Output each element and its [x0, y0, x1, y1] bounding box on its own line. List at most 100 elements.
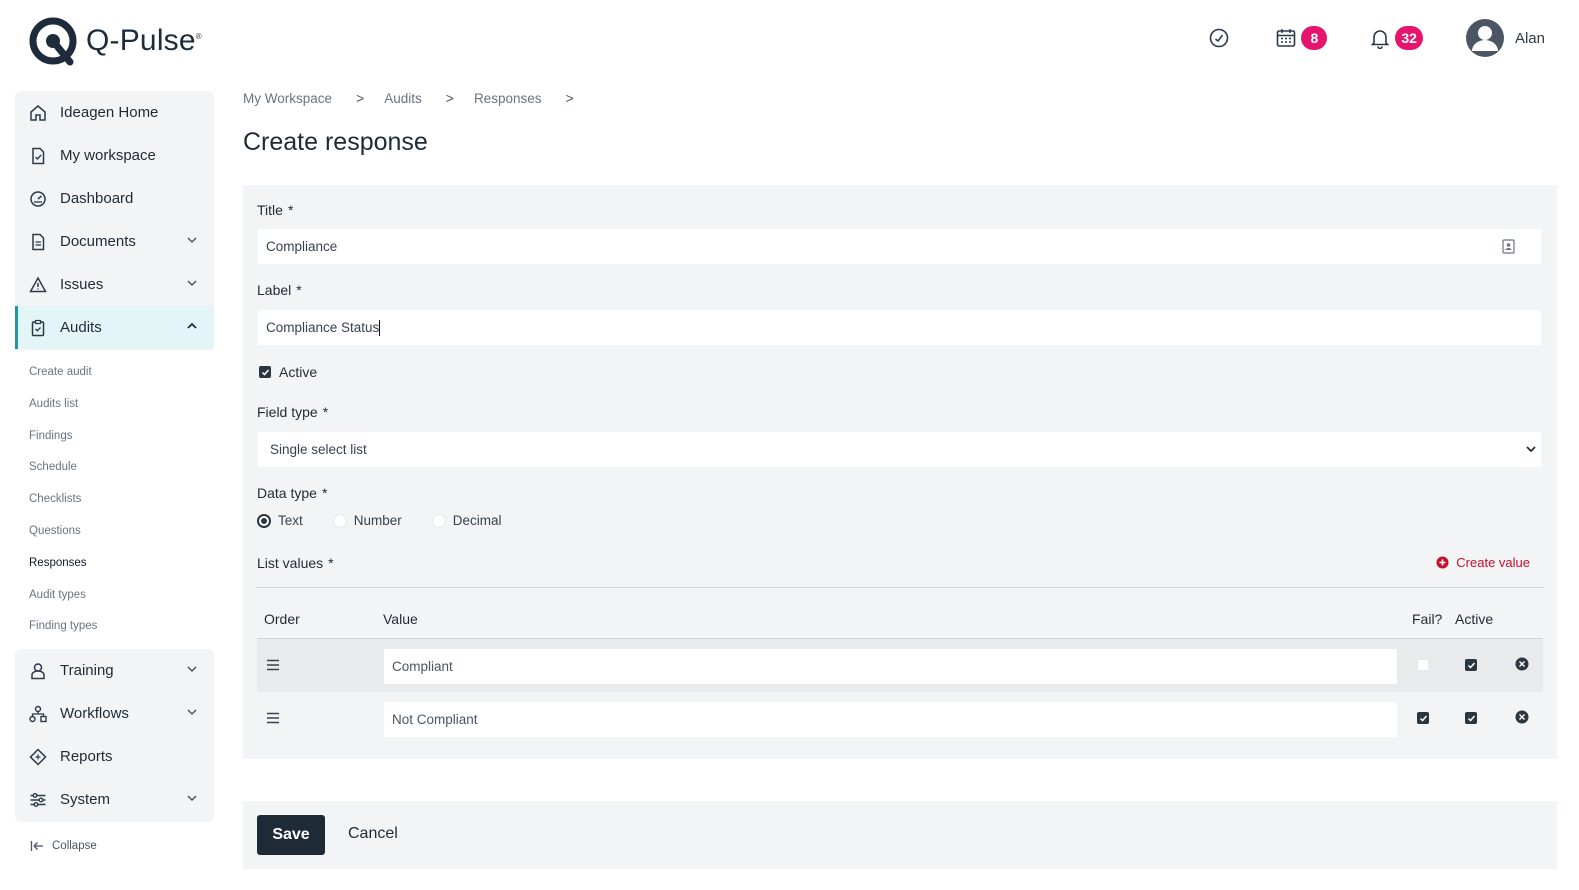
sliders-icon — [29, 791, 47, 809]
data-type-label: Data type * — [257, 485, 328, 501]
column-fail: Fail? — [1412, 611, 1443, 627]
drag-handle-icon[interactable] — [266, 712, 280, 724]
user-name: Alan — [1514, 29, 1545, 47]
fail-checkbox[interactable] — [1417, 712, 1429, 724]
chevron-down-icon — [187, 237, 197, 244]
header-actions: 8 32 Alan — [1208, 18, 1545, 58]
sidebar-item-training[interactable]: Training — [15, 649, 214, 692]
list-value-input[interactable]: Compliant — [384, 649, 1397, 684]
submenu-responses[interactable]: Responses — [29, 553, 97, 585]
sidebar-item-label: Dashboard — [60, 190, 134, 207]
list-values-label: List values * — [257, 555, 334, 571]
sidebar-item-my-workspace[interactable]: My workspace — [15, 134, 214, 177]
radio-decimal[interactable] — [431, 513, 446, 528]
active-checkbox[interactable] — [1465, 712, 1477, 724]
radio-number[interactable] — [332, 513, 347, 528]
fail-checkbox[interactable] — [1417, 659, 1429, 671]
chevron-right-icon: > — [445, 90, 454, 106]
app-name: Q-Pulse® — [86, 24, 202, 57]
submenu-finding-types[interactable]: Finding types — [29, 616, 97, 648]
user-menu[interactable]: Alan — [1465, 18, 1545, 58]
active-checkbox-label: Active — [279, 364, 318, 380]
submenu-questions[interactable]: Questions — [29, 521, 97, 553]
label-field-label: Label * — [257, 282, 302, 298]
list-value-input[interactable]: Not Compliant — [384, 702, 1397, 737]
text-cursor — [379, 319, 381, 336]
submenu-checklists[interactable]: Checklists — [29, 489, 97, 521]
column-active: Active — [1455, 611, 1494, 627]
collapse-sidebar-button[interactable]: Collapse — [30, 840, 97, 852]
submenu-schedule[interactable]: Schedule — [29, 457, 97, 489]
table-row: Compliant — [257, 639, 1543, 692]
submenu-findings[interactable]: Findings — [29, 426, 97, 458]
submenu-audits-list[interactable]: Audits list — [29, 394, 97, 426]
reports-icon — [29, 747, 47, 766]
sidebar-item-issues[interactable]: Issues — [15, 263, 214, 306]
collapse-arrow-icon — [30, 841, 43, 851]
sidebar-item-documents[interactable]: Documents — [15, 220, 214, 263]
radio-text[interactable] — [257, 513, 271, 528]
plus-circle-icon — [1436, 556, 1449, 569]
breadcrumb-my-workspace[interactable]: My Workspace — [243, 91, 332, 106]
sidebar-item-label: Ideagen Home — [60, 104, 159, 121]
sidebar-item-reports[interactable]: Reports — [15, 735, 214, 778]
checkmark-icon — [261, 369, 269, 376]
document-check-icon — [29, 147, 47, 165]
notifications-button[interactable]: 32 — [1369, 26, 1423, 50]
divider — [257, 587, 1543, 588]
contact-card-icon — [1502, 239, 1515, 254]
label-input-value: Compliance Status — [266, 320, 380, 335]
save-button[interactable]: Save — [257, 815, 325, 855]
chevron-down-icon — [187, 666, 197, 673]
checkmark-icon — [1419, 715, 1427, 722]
list-value-text: Not Compliant — [392, 712, 478, 727]
chevron-right-icon: > — [565, 90, 574, 106]
active-checkbox[interactable] — [259, 366, 271, 378]
table-row: Not Compliant — [257, 692, 1543, 745]
page-title: Create response — [243, 128, 428, 156]
sidebar-item-label: Documents — [60, 233, 136, 250]
cancel-button[interactable]: Cancel — [348, 825, 398, 843]
list-value-text: Compliant — [392, 659, 453, 674]
clipboard-icon — [29, 319, 47, 337]
label-input[interactable]: Compliance Status — [258, 310, 1541, 345]
title-input-value: Compliance — [266, 239, 338, 254]
remove-circle-icon[interactable] — [1515, 657, 1529, 671]
calendar-icon — [1277, 29, 1296, 47]
sidebar-item-label: Issues — [60, 276, 104, 293]
sidebar-item-audits[interactable]: Audits — [15, 306, 214, 349]
chevron-down-icon — [187, 709, 197, 716]
chevron-down-icon — [187, 280, 197, 287]
active-checkbox[interactable] — [1465, 659, 1477, 671]
form-actions: Save Cancel — [243, 801, 1557, 869]
sidebar-item-label: Audits — [60, 319, 102, 336]
field-type-label: Field type * — [257, 404, 329, 420]
checkmark-icon — [1467, 715, 1475, 722]
sidebar-item-workflows[interactable]: Workflows — [15, 692, 214, 735]
notifications-count-badge: 32 — [1395, 26, 1423, 50]
sidebar-secondary: Training Workflows Reports System — [15, 649, 214, 822]
chevron-down-icon — [187, 795, 197, 802]
create-value-label: Create value — [1456, 555, 1530, 570]
remove-circle-icon[interactable] — [1515, 710, 1529, 724]
sidebar-item-ideagen-home[interactable]: Ideagen Home — [15, 91, 214, 134]
sidebar-item-dashboard[interactable]: Dashboard — [15, 177, 214, 220]
q-pulse-logo[interactable]: Q-Pulse® — [28, 16, 202, 66]
timer-button[interactable] — [1208, 27, 1230, 49]
data-type-radio-group: Text Number Decimal — [257, 513, 532, 528]
workflow-icon — [29, 705, 47, 723]
field-type-selected-value: Single select list — [270, 442, 367, 457]
active-checkbox-row[interactable]: Active — [259, 364, 317, 380]
drag-handle-icon[interactable] — [266, 659, 280, 671]
checkmark-icon — [1467, 662, 1475, 669]
calendar-button[interactable]: 8 — [1275, 26, 1328, 50]
title-input[interactable]: Compliance — [258, 229, 1541, 264]
breadcrumb-responses[interactable]: Responses — [474, 91, 542, 106]
submenu-create-audit[interactable]: Create audit — [29, 362, 97, 394]
breadcrumb-audits[interactable]: Audits — [384, 91, 422, 106]
training-icon — [29, 662, 47, 680]
create-value-button[interactable]: Create value — [1436, 555, 1530, 570]
submenu-audit-types[interactable]: Audit types — [29, 585, 97, 617]
field-type-select[interactable]: Single select list — [258, 432, 1541, 467]
sidebar-item-system[interactable]: System — [15, 778, 214, 821]
